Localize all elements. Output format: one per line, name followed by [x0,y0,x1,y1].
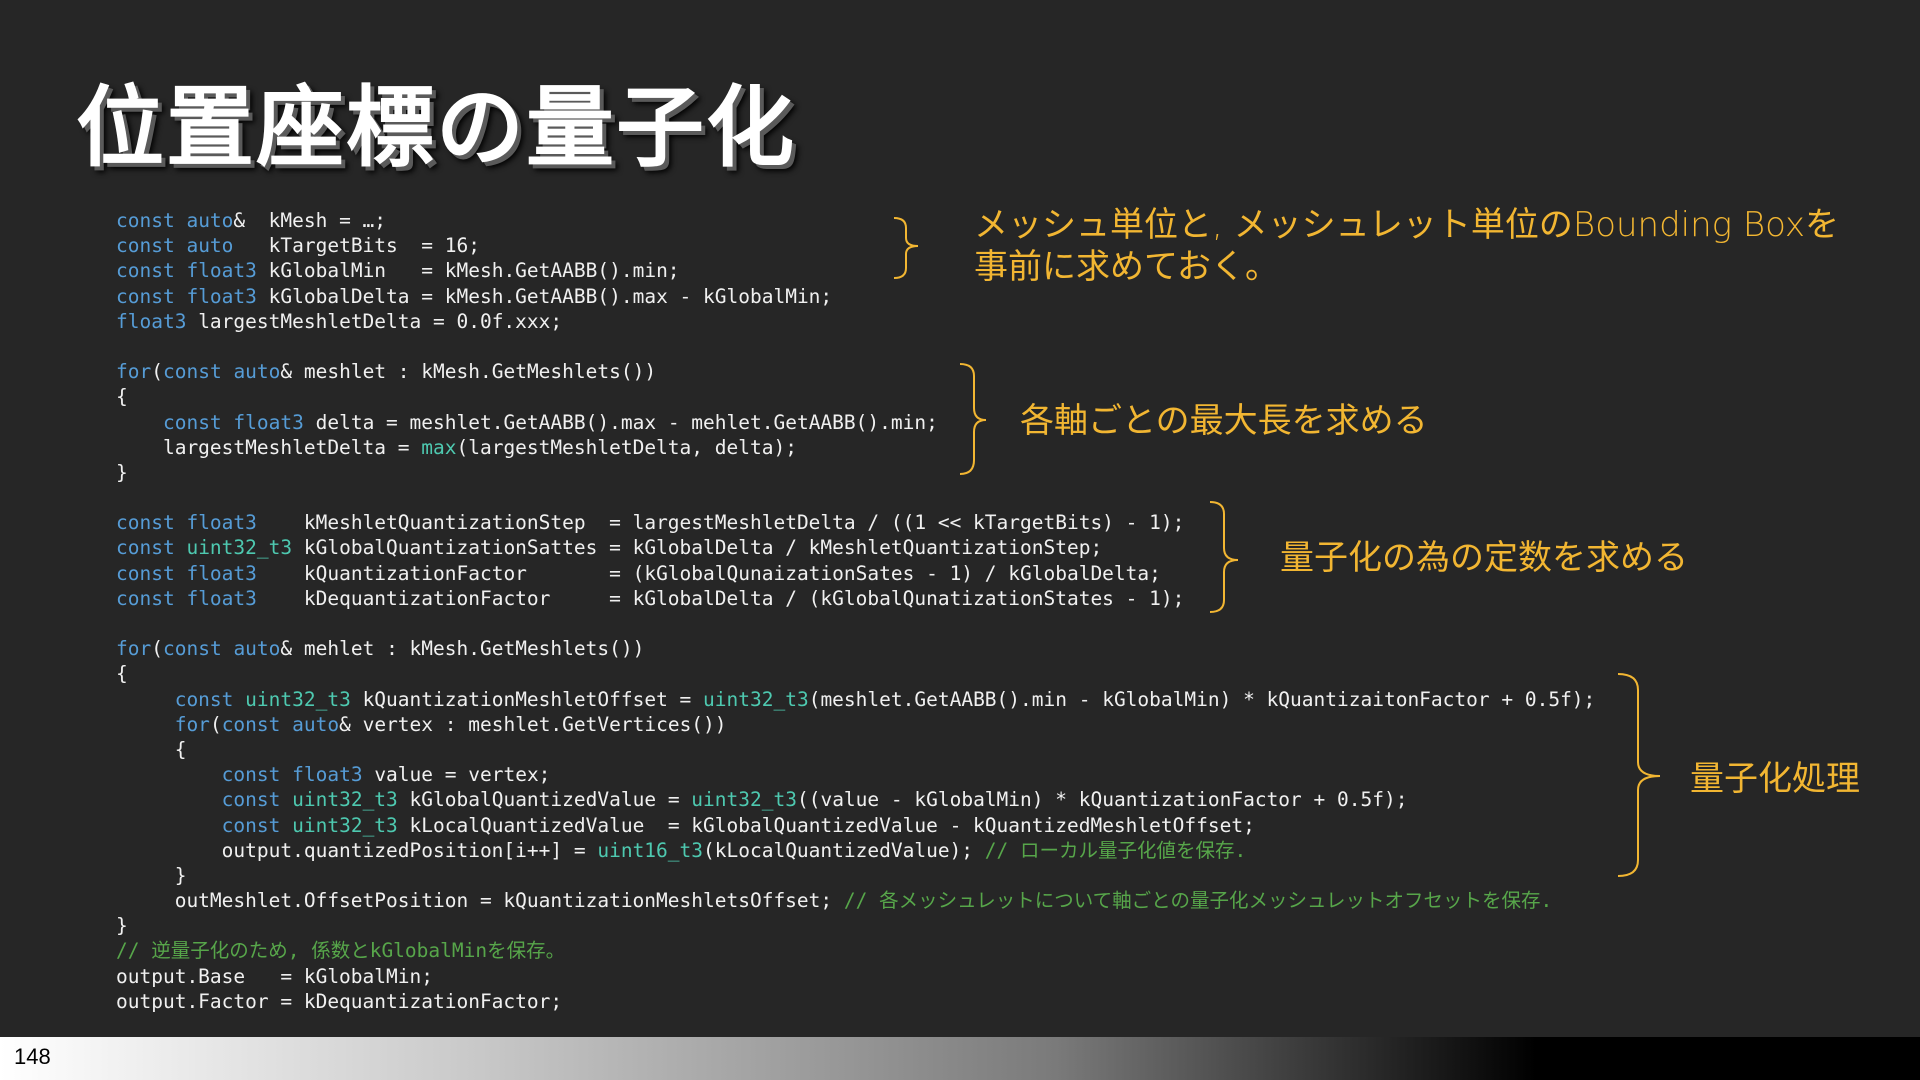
footer-bar [0,1037,1920,1080]
annotation-constants: 量子化の為の定数を求める [1280,538,1688,578]
brace-3 [1209,501,1239,613]
brace-2 [959,363,987,475]
annotation-bounding-box: メッシュ単位と, メッシュレット単位のBounding Boxを 事前に求めてお… [974,205,1840,287]
brace-1 [893,217,919,279]
annotation-quantize-process: 量子化処理 [1690,759,1860,799]
brace-4 [1617,673,1661,877]
page-number: 148 [14,1044,51,1069]
annotation-max-length: 各軸ごとの最大長を求める [1020,401,1428,441]
